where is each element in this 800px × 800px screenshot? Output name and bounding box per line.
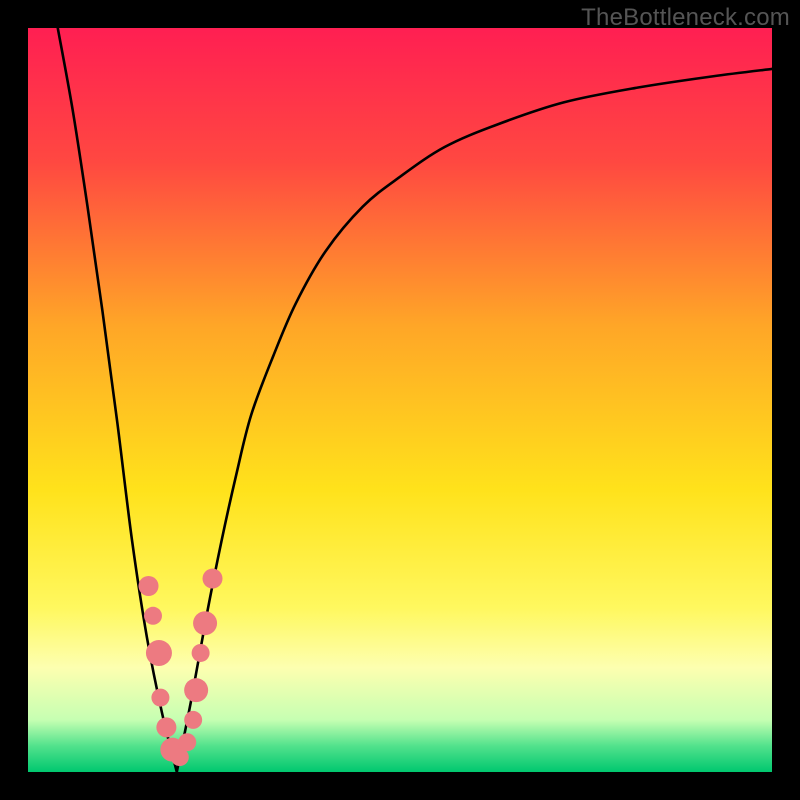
scatter-point — [151, 689, 169, 707]
scatter-point — [139, 576, 159, 596]
chart-frame: TheBottleneck.com — [0, 0, 800, 800]
scatter-point — [156, 717, 176, 737]
scatter-point — [184, 711, 202, 729]
scatter-point — [144, 607, 162, 625]
scatter-point — [146, 640, 172, 666]
scatter-point — [192, 644, 210, 662]
curve-right-branch — [177, 69, 772, 772]
scatter-point — [203, 569, 223, 589]
scatter-point — [178, 733, 196, 751]
scatter-point — [193, 611, 217, 635]
plot-area — [28, 28, 772, 772]
watermark-text: TheBottleneck.com — [581, 4, 790, 32]
curve-layer — [28, 28, 772, 772]
scatter-point — [184, 678, 208, 702]
